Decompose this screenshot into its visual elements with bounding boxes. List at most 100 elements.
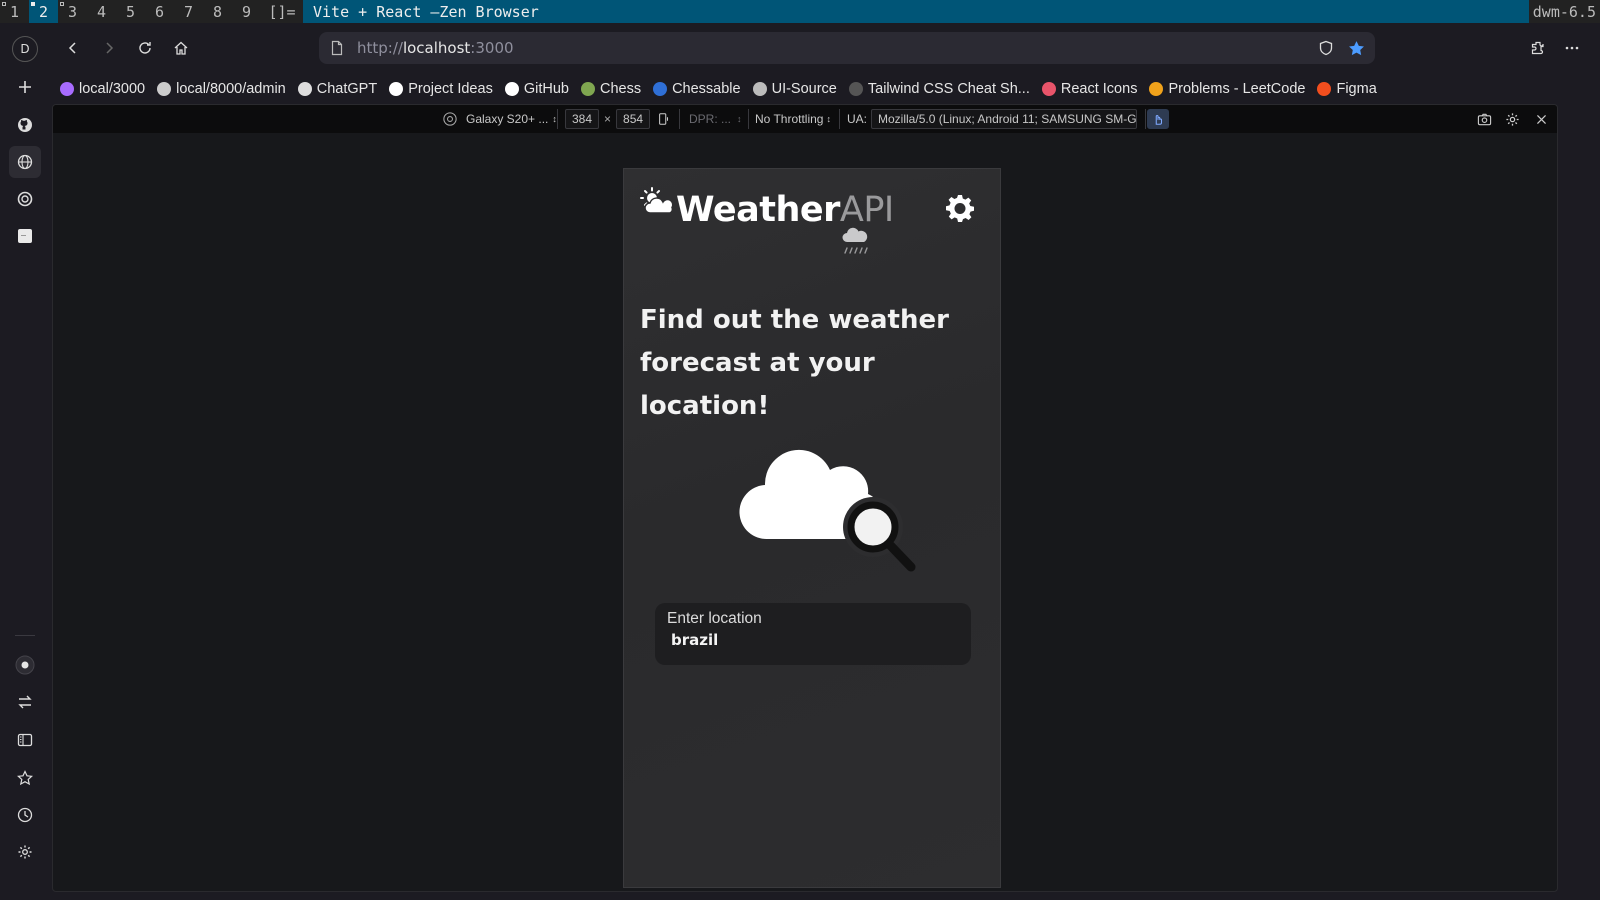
workspace-tag[interactable]: 4: [87, 0, 116, 23]
user-agent-input[interactable]: Mozilla/5.0 (Linux; Android 11; SAMSUNG …: [871, 109, 1138, 129]
url-text[interactable]: http://localhost:3000: [357, 39, 1318, 57]
cloud-search-icon: [739, 449, 916, 572]
bookmark-item[interactable]: React Icons: [1041, 80, 1138, 97]
workspace-tag-label: 4: [96, 2, 107, 21]
chevron-updown-icon: ↕: [737, 114, 742, 124]
workspace-tag[interactable]: 7: [174, 0, 203, 23]
extensions-icon[interactable]: [1530, 40, 1546, 56]
star-icon: [17, 770, 33, 786]
profile-button[interactable]: D: [9, 33, 41, 65]
layout-indicator[interactable]: []=: [261, 0, 303, 23]
figma-icon: [1317, 81, 1332, 96]
home-icon: [174, 41, 188, 55]
history-button[interactable]: [9, 799, 41, 831]
sync-button[interactable]: [9, 686, 41, 718]
dimension-separator: ×: [604, 112, 612, 126]
bookmark-label: Figma: [1336, 80, 1377, 97]
touch-simulation-button[interactable]: [1147, 109, 1169, 129]
bookmark-item[interactable]: local/3000: [60, 81, 145, 97]
rdm-divider: [679, 109, 680, 129]
tab-localhost[interactable]: [9, 146, 41, 178]
bookmark-label: UI-Source: [771, 80, 837, 97]
screenshot-button[interactable]: [1477, 109, 1492, 129]
dpr-selector[interactable]: DPR: ... ↕: [689, 109, 742, 129]
occupied-indicator: [2, 2, 6, 6]
viewport-width-input[interactable]: 384: [565, 109, 600, 129]
forward-button[interactable]: [93, 32, 125, 64]
shield-icon[interactable]: [1318, 40, 1334, 56]
more-menu-icon[interactable]: [1564, 40, 1580, 56]
bookmark-star-icon[interactable]: [1348, 40, 1365, 57]
browser-sidebar: D: [0, 23, 50, 900]
workspace-tag[interactable]: 9: [232, 0, 261, 23]
tab-document[interactable]: [9, 220, 41, 252]
touch-hand-icon: [1155, 114, 1163, 125]
url-scheme: http://: [357, 39, 403, 57]
reload-button[interactable]: [129, 32, 161, 64]
url-port: :3000: [470, 39, 514, 57]
rotate-button[interactable]: [657, 109, 671, 129]
workspace-tag[interactable]: 1: [0, 0, 29, 23]
avatar: D: [12, 36, 38, 62]
workspace-tag-label: 9: [241, 2, 252, 21]
throttling-selector[interactable]: No Throttling ↕: [755, 109, 831, 129]
vite-icon: [60, 81, 74, 96]
slash-icon: [752, 81, 767, 96]
bookmark-label: local/8000/admin: [176, 80, 286, 97]
bookmark-item[interactable]: UI-Source: [752, 80, 837, 97]
settings-sidebar-button[interactable]: [9, 836, 41, 868]
tab-chatgpt[interactable]: [9, 183, 41, 215]
occupied-indicator: [60, 2, 64, 6]
bookmark-item[interactable]: Chess: [580, 81, 641, 97]
bookmark-item[interactable]: local/8000/admin: [157, 81, 286, 97]
workspace-tag[interactable]: 6: [145, 0, 174, 23]
chevron-updown-icon: ↕: [826, 114, 831, 124]
page-thumbnail-icon: [18, 229, 32, 243]
bookmark-item[interactable]: Figma: [1317, 80, 1377, 97]
workspace-tag-label: 3: [67, 2, 78, 21]
rdm-settings-button[interactable]: [1505, 109, 1520, 129]
theme-settings-button[interactable]: [944, 192, 976, 224]
tag-list: 123456789: [0, 0, 261, 23]
window-manager-bar: 123456789 []= Vite + React —Zen Browser …: [0, 0, 1600, 23]
gear-icon: [946, 195, 974, 222]
react-icon: [1041, 81, 1056, 96]
bookmark-label: Project Ideas: [408, 80, 493, 97]
responsive-design-toolbar: Galaxy S20+ ... ↕ 384 × 854 DPR: ... ↕ N…: [53, 105, 1557, 133]
location-input[interactable]: [667, 631, 947, 649]
close-icon: [1537, 114, 1546, 124]
sidebar-divider: [15, 635, 35, 636]
workspace-indicator[interactable]: [9, 649, 41, 681]
workspace-tag[interactable]: 2: [29, 0, 58, 23]
bookmark-item[interactable]: Chessable: [653, 81, 741, 97]
close-rdm-button[interactable]: [1535, 109, 1548, 129]
viewport-height-input[interactable]: 854: [616, 109, 651, 129]
chrome-icon: [443, 112, 457, 126]
location-field[interactable]: Enter location: [655, 603, 971, 665]
workspace-tag[interactable]: 5: [116, 0, 145, 23]
device-name: Galaxy S20+ ...: [466, 112, 549, 126]
bookmark-item[interactable]: Project Ideas: [389, 81, 493, 97]
workspace-tag-label: 6: [154, 2, 165, 21]
rdm-divider: [748, 109, 749, 129]
tab-github[interactable]: [9, 109, 41, 141]
device-selector[interactable]: Galaxy S20+ ... ↕: [443, 109, 557, 129]
bookmark-item[interactable]: Tailwind CSS Cheat Sh...: [848, 81, 1030, 97]
workspace-tag[interactable]: 8: [203, 0, 232, 23]
bookmark-item[interactable]: GitHub: [504, 81, 569, 97]
headline: Find out the weather forecast at your lo…: [640, 305, 949, 421]
workspace-tag[interactable]: 3: [58, 0, 87, 23]
bookmarks-button[interactable]: [9, 762, 41, 794]
bookmark-label: React Icons: [1060, 80, 1138, 97]
toggle-sidebar-button[interactable]: [9, 724, 41, 756]
window-title: Vite + React —Zen Browser: [313, 2, 539, 21]
navigation-toolbar: http://localhost:3000: [50, 23, 1600, 73]
new-tab-button[interactable]: [9, 71, 41, 103]
address-bar[interactable]: http://localhost:3000: [319, 32, 1375, 64]
bookmark-item[interactable]: Problems - LeetCode: [1149, 81, 1305, 97]
bookmark-label: Problems - LeetCode: [1168, 80, 1306, 97]
bookmark-item[interactable]: ChatGPT: [297, 81, 377, 97]
home-button[interactable]: [165, 32, 197, 64]
back-button[interactable]: [57, 32, 89, 64]
circle-icon: [848, 81, 863, 96]
